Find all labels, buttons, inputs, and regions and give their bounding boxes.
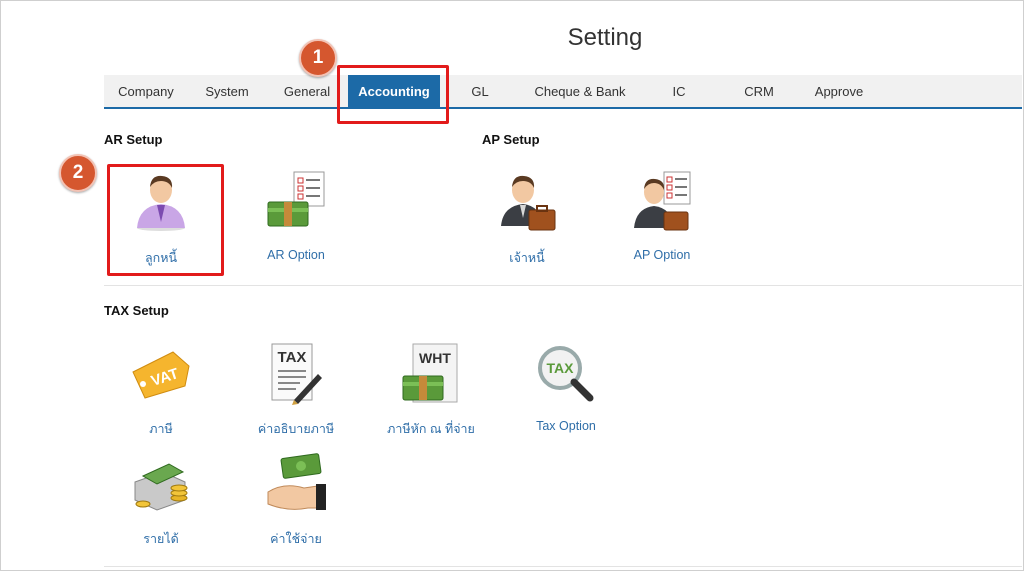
highlight-accounting-tab xyxy=(337,65,449,124)
ar-setup-title: AR Setup xyxy=(104,132,163,147)
businessman-briefcase-icon xyxy=(501,175,556,231)
tile-label: ลูกหนี้ xyxy=(144,251,177,265)
tile-label: ภาษี xyxy=(149,422,173,436)
tile-label: ค่าใช้จ่าย xyxy=(270,532,322,546)
step-badge-1: 1 xyxy=(299,39,337,77)
tile-label: Tax Option xyxy=(536,419,596,433)
tab-approve[interactable]: Approve xyxy=(800,75,878,107)
tax-setup-title: TAX Setup xyxy=(104,303,169,318)
svg-text:WHT: WHT xyxy=(419,350,451,366)
tab-ic[interactable]: IC xyxy=(640,75,718,107)
wht-document-money-icon: WHT xyxy=(402,343,458,403)
expense-hand-money-icon xyxy=(267,453,326,510)
tile-label: AR Option xyxy=(267,248,325,262)
tab-gl[interactable]: GL xyxy=(440,75,520,107)
money-checklist-icon xyxy=(267,171,325,227)
tile-label: ภาษีหัก ณ ที่จ่าย xyxy=(387,422,475,436)
svg-text:TAX: TAX xyxy=(278,349,307,366)
tab-cheque-bank[interactable]: Cheque & Bank xyxy=(520,75,640,107)
page-title: Setting xyxy=(567,24,643,51)
section-divider-bottom xyxy=(104,566,1022,567)
tile-label: เจ้าหนี้ xyxy=(509,251,545,265)
ap-setup-title: AP Setup xyxy=(482,132,540,147)
income-cash-coins-icon xyxy=(134,463,188,511)
section-divider xyxy=(104,285,1022,286)
tab-company[interactable]: Company xyxy=(104,75,188,107)
tab-crm[interactable]: CRM xyxy=(718,75,800,107)
tile-label: ค่าอธิบายภาษี xyxy=(257,422,335,436)
customer-person-icon xyxy=(137,175,185,231)
tab-bar: Company System General Accounting GL Che… xyxy=(104,75,1022,109)
tab-system[interactable]: System xyxy=(188,75,266,107)
step-badge-2: 2 xyxy=(59,154,97,192)
businessman-checklist-icon xyxy=(634,171,691,231)
tile-label: AP Option xyxy=(633,248,691,262)
tax-document-pen-icon: TAX xyxy=(271,343,322,405)
tile-label: รายได้ xyxy=(143,532,179,546)
tab-general[interactable]: General xyxy=(266,75,348,107)
vat-tag-icon: VAT xyxy=(132,351,190,399)
svg-text:TAX: TAX xyxy=(547,360,575,376)
tax-magnifier-icon: TAX xyxy=(538,346,594,402)
